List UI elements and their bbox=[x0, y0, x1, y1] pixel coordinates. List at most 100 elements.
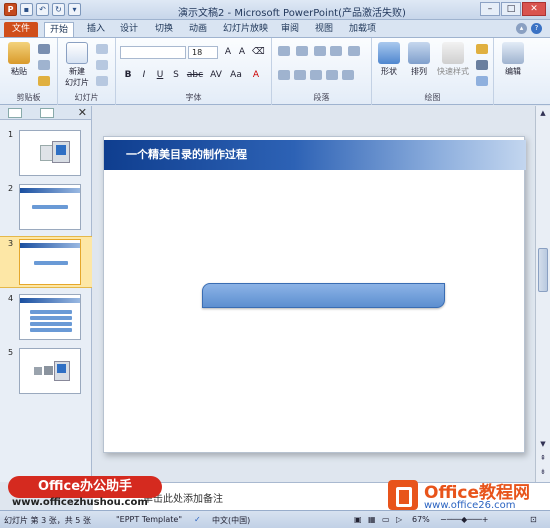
clipboard-icon bbox=[8, 42, 30, 64]
slide-title[interactable]: 一个精美目录的制作过程 bbox=[126, 146, 247, 162]
slide-thumbnail-1[interactable]: 1 bbox=[0, 128, 92, 180]
previous-slide-icon[interactable]: ⇞ bbox=[537, 452, 549, 464]
office-logo-icon bbox=[388, 480, 418, 510]
tab-home[interactable]: 开始 bbox=[44, 22, 75, 37]
language-indicator[interactable]: 中文(中国) bbox=[212, 515, 250, 526]
tab-addins[interactable]: 加载项 bbox=[344, 22, 381, 37]
cube-graphic bbox=[44, 366, 53, 375]
slideshow-view-icon[interactable]: ▷ bbox=[396, 515, 402, 524]
window-title: 演示文稿2 - Microsoft PowerPoint(产品激活失败) bbox=[178, 8, 406, 19]
customize-qat-icon[interactable]: ▾ bbox=[68, 3, 81, 16]
line-spacing-icon[interactable] bbox=[348, 46, 360, 56]
redo-icon[interactable]: ↻ bbox=[52, 3, 65, 16]
outline-tab-icon[interactable] bbox=[40, 108, 54, 118]
normal-view-icon[interactable]: ▣ bbox=[354, 515, 362, 524]
bullets-icon[interactable] bbox=[278, 46, 290, 56]
layout-icon[interactable] bbox=[96, 44, 108, 54]
help-icon[interactable]: ? bbox=[531, 23, 542, 34]
zoom-level[interactable]: 67% bbox=[412, 515, 430, 524]
fit-slide-icon[interactable]: ⊡ bbox=[530, 515, 537, 524]
slide-number: 3 bbox=[8, 239, 14, 248]
slides-tab-icon[interactable] bbox=[8, 108, 22, 118]
paragraph-group-label: 段落 bbox=[313, 93, 330, 102]
slide-thumbnail-image bbox=[19, 130, 81, 176]
slide-thumbnail-3[interactable]: 3 bbox=[0, 236, 92, 288]
underline-button[interactable]: U bbox=[154, 70, 166, 80]
align-center-icon[interactable] bbox=[294, 70, 306, 80]
sorter-view-icon[interactable]: ▦ bbox=[368, 515, 376, 524]
change-case-button[interactable]: Aa bbox=[228, 70, 244, 80]
reset-icon[interactable] bbox=[96, 60, 108, 70]
decrease-indent-icon[interactable] bbox=[314, 46, 326, 56]
slide-shape-box[interactable] bbox=[202, 283, 445, 308]
save-icon[interactable]: ▪ bbox=[20, 3, 33, 16]
tab-review[interactable]: 审阅 bbox=[276, 22, 304, 37]
scroll-up-icon[interactable]: ▲ bbox=[537, 107, 549, 119]
slide-thumbnail-2[interactable]: 2 bbox=[0, 182, 92, 234]
thumb-bar bbox=[32, 205, 68, 209]
slides-panel: ✕ 1 2 3 4 5 bbox=[0, 106, 92, 482]
tab-slideshow[interactable]: 幻灯片放映 bbox=[218, 22, 273, 37]
collapse-ribbon-icon[interactable]: ▴ bbox=[516, 23, 527, 34]
shape-outline-icon[interactable] bbox=[476, 60, 488, 70]
minimize-button[interactable]: – bbox=[480, 2, 500, 16]
font-size-dropdown[interactable]: 18 bbox=[188, 46, 218, 59]
bold-button[interactable]: B bbox=[122, 70, 134, 80]
grow-font-icon[interactable]: A bbox=[222, 47, 234, 57]
quick-styles-button[interactable]: 快速样式 bbox=[432, 42, 474, 77]
thumb-header bbox=[20, 188, 80, 193]
slide-thumbnail-5[interactable]: 5 bbox=[0, 346, 92, 398]
spellcheck-icon[interactable]: ✓ bbox=[194, 515, 201, 524]
binoculars-icon bbox=[502, 42, 524, 64]
align-left-icon[interactable] bbox=[278, 70, 290, 80]
zoom-slider[interactable]: −───◆───+ bbox=[440, 515, 488, 524]
new-slide-button[interactable]: 新建 幻灯片 bbox=[60, 42, 94, 88]
justify-icon[interactable] bbox=[326, 70, 338, 80]
tab-transitions[interactable]: 切换 bbox=[150, 22, 178, 37]
tab-design[interactable]: 设计 bbox=[115, 22, 143, 37]
clear-format-icon[interactable]: ⌫ bbox=[252, 47, 265, 57]
thumb-header bbox=[20, 298, 80, 303]
thumb-bar bbox=[34, 261, 68, 265]
maximize-button[interactable]: □ bbox=[501, 2, 521, 16]
watermark-right: Office教程网 www.office26.com bbox=[388, 476, 548, 516]
shape-effects-icon[interactable] bbox=[476, 76, 488, 86]
quick-access-toolbar: P ▪ ↶ ↻ ▾ bbox=[4, 3, 81, 16]
shrink-font-icon[interactable]: A bbox=[236, 47, 248, 57]
section-icon[interactable] bbox=[96, 76, 108, 86]
vertical-scrollbar[interactable]: ▲ ▼ ⇞ ⇟ bbox=[535, 106, 550, 482]
ribbon-tabs: 文件 开始 插入 设计 切换 动画 幻灯片放映 审阅 视图 加载项 ▴ ? bbox=[0, 20, 550, 37]
increase-indent-icon[interactable] bbox=[330, 46, 342, 56]
scroll-down-icon[interactable]: ▼ bbox=[537, 438, 549, 450]
copy-icon[interactable] bbox=[38, 60, 50, 70]
tab-file[interactable]: 文件 bbox=[4, 22, 38, 37]
shadow-button[interactable]: S bbox=[170, 70, 182, 80]
editing-button[interactable]: 编辑 bbox=[496, 42, 530, 77]
char-spacing-button[interactable]: AV bbox=[208, 70, 224, 80]
columns-icon[interactable] bbox=[342, 70, 354, 80]
format-painter-icon[interactable] bbox=[38, 76, 50, 86]
current-slide[interactable]: 一个精美目录的制作过程 bbox=[103, 136, 526, 453]
paste-button[interactable]: 粘贴 bbox=[2, 42, 36, 77]
strikethrough-button[interactable]: abc bbox=[186, 70, 204, 80]
numbering-icon[interactable] bbox=[296, 46, 308, 56]
tab-insert[interactable]: 插入 bbox=[82, 22, 110, 37]
tab-animations[interactable]: 动画 bbox=[184, 22, 212, 37]
font-name-dropdown[interactable] bbox=[120, 46, 186, 59]
reading-view-icon[interactable]: ▭ bbox=[382, 515, 390, 524]
undo-icon[interactable]: ↶ bbox=[36, 3, 49, 16]
align-right-icon[interactable] bbox=[310, 70, 322, 80]
tab-view[interactable]: 视图 bbox=[310, 22, 338, 37]
italic-button[interactable]: I bbox=[138, 70, 150, 80]
font-color-button[interactable]: A bbox=[250, 70, 262, 80]
close-button[interactable]: ✕ bbox=[522, 2, 546, 16]
cut-icon[interactable] bbox=[38, 44, 50, 54]
slide-thumbnail-image bbox=[19, 239, 81, 285]
close-panel-icon[interactable]: ✕ bbox=[78, 106, 87, 119]
drawing-group: 形状 排列 快速样式 绘图 bbox=[372, 38, 494, 105]
shapes-button[interactable]: 形状 bbox=[372, 42, 406, 77]
shape-fill-icon[interactable] bbox=[476, 44, 488, 54]
slide-thumbnail-4[interactable]: 4 bbox=[0, 292, 92, 344]
scroll-thumb[interactable] bbox=[538, 248, 548, 292]
arrange-button[interactable]: 排列 bbox=[402, 42, 436, 77]
